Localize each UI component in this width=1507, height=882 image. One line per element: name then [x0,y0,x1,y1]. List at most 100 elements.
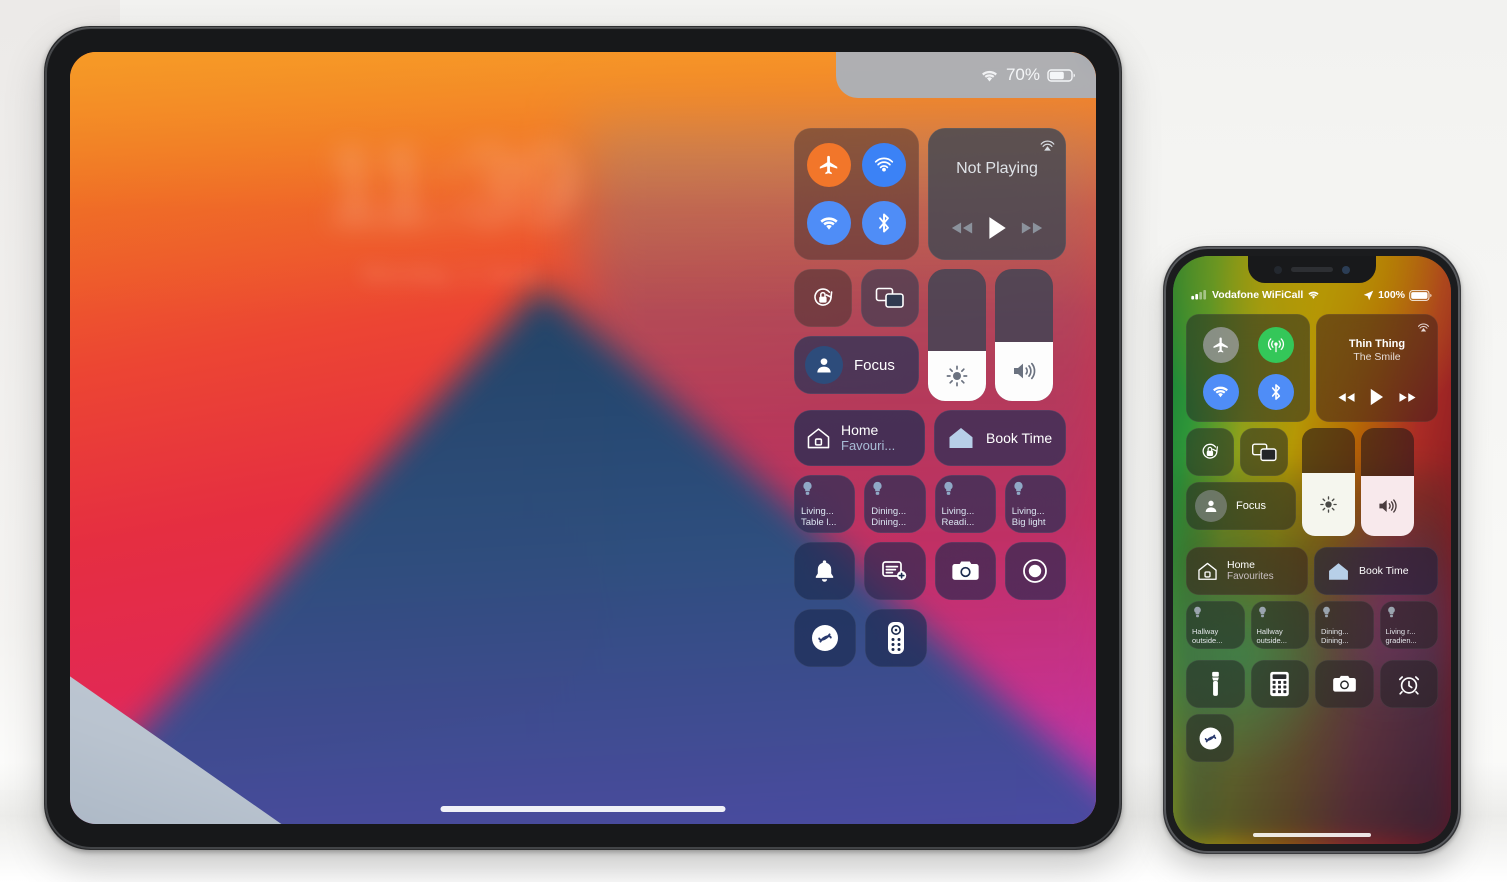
home-outline-icon [805,425,832,452]
ipad-camera-button[interactable] [934,542,996,600]
iphone-lights-row[interactable]: Hallway outside... Hallway outside... Di… [1186,601,1438,649]
ipad-home-indicator[interactable] [440,806,726,812]
rewind-icon[interactable] [1337,392,1356,403]
light-name-line2: outside... [1192,636,1223,645]
ipad-shazam-button[interactable] [794,609,856,667]
cellular-signal-icon [1191,290,1208,300]
bluetooth-icon[interactable] [861,201,906,245]
fast-forward-icon[interactable] [1398,392,1417,403]
iphone-scene-label: Book Time [1359,565,1409,577]
lightbulb-icon [1257,606,1306,619]
lightbulb-icon [1321,606,1370,619]
airplane-icon[interactable] [807,143,852,187]
iphone-alarm-button[interactable] [1379,660,1438,708]
light-name-line1: Hallway [1256,627,1283,636]
light-name-line1: Dining... [1321,627,1349,636]
iphone-brightness-slider[interactable] [1302,428,1355,536]
ipad-rotation-lock-button[interactable] [794,269,852,327]
light-name-line1: Living... [1011,505,1045,517]
rotation-lock-icon [809,284,837,312]
iphone-rotation-lock-button[interactable] [1186,428,1234,476]
ipad-scene-button[interactable]: Book Time [934,410,1066,466]
screen-mirroring-icon [1251,442,1278,463]
ipad-volume-slider[interactable] [995,269,1053,401]
ipad-focus-button[interactable]: Focus [794,336,919,394]
ipad-home-subtitle: Favouri... [841,437,896,453]
ipad-light-tile[interactable]: Living... Table l... [794,475,856,533]
play-icon[interactable] [987,216,1007,240]
ipad-lights-row[interactable]: Living... Table l... Dining... Dining... [794,475,1066,533]
light-name-line1: Living... [941,505,975,517]
airplay-audio-icon[interactable] [1038,136,1057,155]
iphone-screen[interactable]: Vodafone WiFiCall 100% Thin Thing The Sm… [1173,256,1451,844]
face-id-sensor-icon [1274,265,1282,274]
location-arrow-icon [1363,290,1374,301]
earpiece-speaker [1291,267,1333,272]
home-outline-icon [1196,560,1219,583]
iphone-now-playing-artist: The Smile [1353,351,1401,363]
ipad-screen-record-button[interactable] [1004,542,1066,600]
light-name-line1: Living r... [1385,627,1416,636]
iphone-apps-row-2[interactable] [1186,714,1438,762]
iphone-apps-row-1[interactable] [1186,660,1438,708]
iphone-home-indicator[interactable] [1253,833,1371,837]
wifi-icon[interactable] [1202,373,1239,410]
light-name-line2: Big light [1011,516,1046,528]
ipad-apps-row-2[interactable] [794,609,1066,667]
rewind-icon[interactable] [950,221,974,235]
iphone-now-playing[interactable]: Thin Thing The Smile [1316,314,1438,422]
camera-icon [1332,674,1357,694]
light-name-line2: Readi... [941,516,975,528]
bluetooth-icon[interactable] [1257,373,1294,410]
iphone-focus-button[interactable]: Focus [1186,482,1296,530]
ipad-connectivity-group[interactable] [794,128,919,260]
flashlight-icon [1209,671,1222,697]
airdrop-icon[interactable] [861,143,906,187]
ipad-scene-label: Book Time [986,430,1053,446]
volume-icon [995,360,1053,382]
ipad-apps-row-1[interactable] [794,542,1066,600]
ipad-light-tile[interactable]: Living... Readi... [934,475,996,533]
ipad-device: 11:39 Monday, 1 June 70% Not Playing Foc… [44,26,1122,850]
fast-forward-icon[interactable] [1020,221,1044,235]
iphone-shazam-button[interactable] [1186,714,1234,762]
front-camera-icon [1342,265,1350,274]
iphone-home-button[interactable]: Home Favourites [1186,547,1308,595]
ipad-status-bar: 70% [836,52,1096,98]
ipad-apple-tv-remote-button[interactable] [865,609,927,667]
screen-mirroring-icon [875,286,905,310]
iphone-device: Vodafone WiFiCall 100% Thin Thing The Sm… [1163,246,1461,854]
airplay-audio-icon[interactable] [1416,320,1431,335]
iphone-camera-button[interactable] [1315,660,1374,708]
ipad-light-tile[interactable]: Dining... Dining... [864,475,926,533]
cellular-data-icon[interactable] [1257,326,1294,363]
ipad-home-button[interactable]: Home Favouri... [794,410,925,466]
iphone-light-tile[interactable]: Dining... Dining... [1315,601,1374,649]
iphone-calculator-button[interactable] [1250,660,1309,708]
light-name-line2: Dining... [871,516,907,528]
iphone-light-tile[interactable]: Hallway outside... [1186,601,1245,649]
iphone-flashlight-button[interactable] [1186,660,1245,708]
iphone-battery-percent: 100% [1378,289,1405,301]
ipad-screen[interactable]: 11:39 Monday, 1 June 70% Not Playing Foc… [70,52,1096,824]
ipad-focus-label: Focus [854,356,895,374]
iphone-connectivity-group[interactable] [1186,314,1310,422]
iphone-control-center[interactable]: Thin Thing The Smile Focus Home Favourit… [1186,314,1438,762]
iphone-volume-slider[interactable] [1361,428,1414,536]
iphone-light-tile[interactable]: Living r... gradien... [1379,601,1438,649]
iphone-light-tile[interactable]: Hallway outside... [1250,601,1309,649]
ipad-light-tile[interactable]: Living... Big light [1004,475,1066,533]
ipad-quick-note-button[interactable] [864,542,926,600]
light-name-line1: Hallway [1192,627,1219,636]
ipad-silent-mode-button[interactable] [794,542,856,600]
wifi-icon[interactable] [807,201,852,245]
ipad-screen-mirroring-button[interactable] [861,269,919,327]
home-filled-icon [946,424,976,452]
ipad-control-center[interactable]: Not Playing Focus Home Favouri... Book T… [794,128,1066,667]
airplane-icon[interactable] [1202,326,1239,363]
iphone-screen-mirroring-button[interactable] [1240,428,1288,476]
iphone-scene-button[interactable]: Book Time [1314,547,1438,595]
ipad-now-playing[interactable]: Not Playing [928,128,1066,260]
play-icon[interactable] [1369,388,1384,406]
ipad-brightness-slider[interactable] [928,269,986,401]
